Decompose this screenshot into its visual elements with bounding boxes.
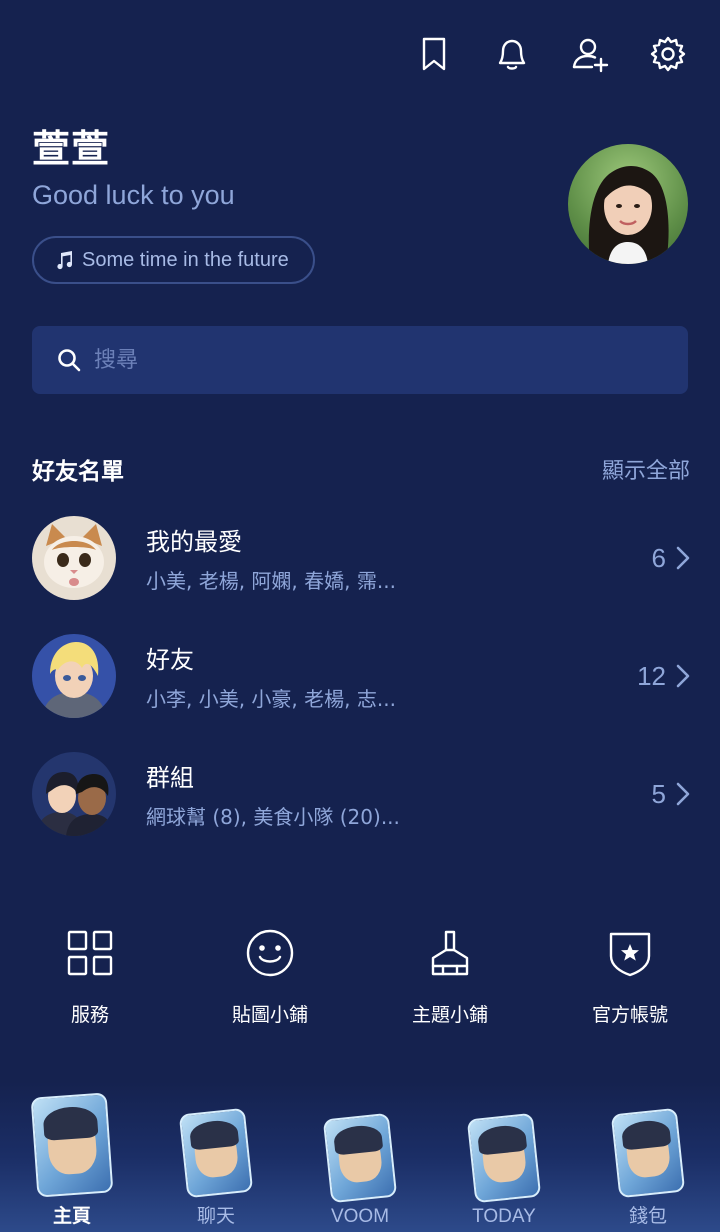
brush-icon [431,930,469,976]
service-sticker-shop[interactable]: 貼圖小鋪 [180,928,360,1027]
groups-avatar [32,752,116,836]
service-official-accounts[interactable]: 官方帳號 [540,928,720,1027]
group-count: 6 [652,543,690,574]
group-count: 12 [637,661,690,692]
chat-character-icon [178,1107,254,1199]
today-character-icon [466,1112,542,1204]
friend-group-groups[interactable]: 群組 網球幫 (8), 美食小隊 (20)... 5 [32,749,690,839]
chevron-right-icon [676,782,690,806]
music-title: Some time in the future [82,248,289,271]
group-title: 群組 [146,764,194,792]
service-services[interactable]: 服務 [0,928,180,1027]
services-bar: 服務 貼圖小鋪 主題小鋪 官方帳號 [0,928,720,1027]
search-icon [58,349,81,372]
nav-label: TODAY [472,1206,536,1227]
service-label: 貼圖小鋪 [231,1004,308,1026]
add-friend-icon[interactable] [570,30,610,78]
gear-icon[interactable] [648,30,688,78]
chevron-right-icon [676,664,690,688]
show-all-link[interactable]: 顯示全部 [602,453,690,485]
group-count-value: 5 [651,778,666,809]
chevron-right-icon [676,546,690,570]
nav-voom[interactable]: VOOM [288,1112,432,1228]
group-count-value: 6 [651,542,666,573]
service-theme-shop[interactable]: 主題小鋪 [360,928,540,1027]
profile-avatar[interactable] [568,144,688,264]
nav-label: 錢包 [628,1206,667,1227]
search-input[interactable] [94,347,634,373]
smiley-icon [246,929,294,977]
bell-icon[interactable] [492,30,532,78]
bookmark-icon[interactable] [414,30,454,78]
friends-text: 好友 小李, 小美, 小豪, 老楊, 志... [146,640,637,712]
bottom-nav: 主頁 聊天 VOOM TODAY 錢包 [0,1082,720,1232]
groups-text: 群組 網球幫 (8), 美食小隊 (20)... [146,758,652,830]
friend-group-friends[interactable]: 好友 小李, 小美, 小豪, 老楊, 志... 12 [32,631,690,721]
service-label: 服務 [70,1004,109,1026]
friend-group-favorites[interactable]: 我的最愛 小美, 老楊, 阿嫻, 春嬌, 霈... 6 [32,513,690,603]
group-count: 5 [652,779,690,810]
search-bar[interactable] [32,326,688,394]
group-members: 網球幫 (8), 美食小隊 (20)... [146,805,400,829]
home-character-icon [30,1092,114,1198]
grid-icon [67,930,113,976]
music-note-icon [57,251,72,270]
favorites-text: 我的最愛 小美, 老楊, 阿嫻, 春嬌, 霈... [146,522,652,594]
favorites-avatar [32,516,116,600]
nav-label: 聊天 [196,1206,235,1227]
group-title: 我的最愛 [146,528,242,556]
wallet-character-icon [610,1107,686,1199]
nav-chat[interactable]: 聊天 [144,1107,288,1228]
nav-today[interactable]: TODAY [432,1112,576,1228]
friends-avatar [32,634,116,718]
group-members: 小美, 老楊, 阿嫻, 春嬌, 霈... [146,569,396,593]
group-title: 好友 [146,646,194,674]
group-members: 小李, 小美, 小豪, 老楊, 志... [146,687,396,711]
nav-wallet[interactable]: 錢包 [576,1107,720,1228]
shield-star-icon [609,932,651,977]
profile-status-message[interactable]: Good luck to you [32,180,235,211]
service-label: 主題小鋪 [411,1004,488,1026]
friends-section-header: 好友名單 顯示全部 [32,452,690,486]
top-toolbar [414,30,688,78]
friends-section-title: 好友名單 [32,459,124,485]
nav-label: VOOM [330,1206,390,1227]
profile-name[interactable]: 萱萱 [32,118,110,173]
nav-home[interactable]: 主頁 [0,1092,144,1228]
service-label: 官方帳號 [591,1004,668,1026]
group-count-value: 12 [637,660,666,691]
nav-label: 主頁 [52,1206,91,1227]
voom-character-icon [322,1112,398,1204]
profile-music-pill[interactable]: Some time in the future [32,236,315,284]
